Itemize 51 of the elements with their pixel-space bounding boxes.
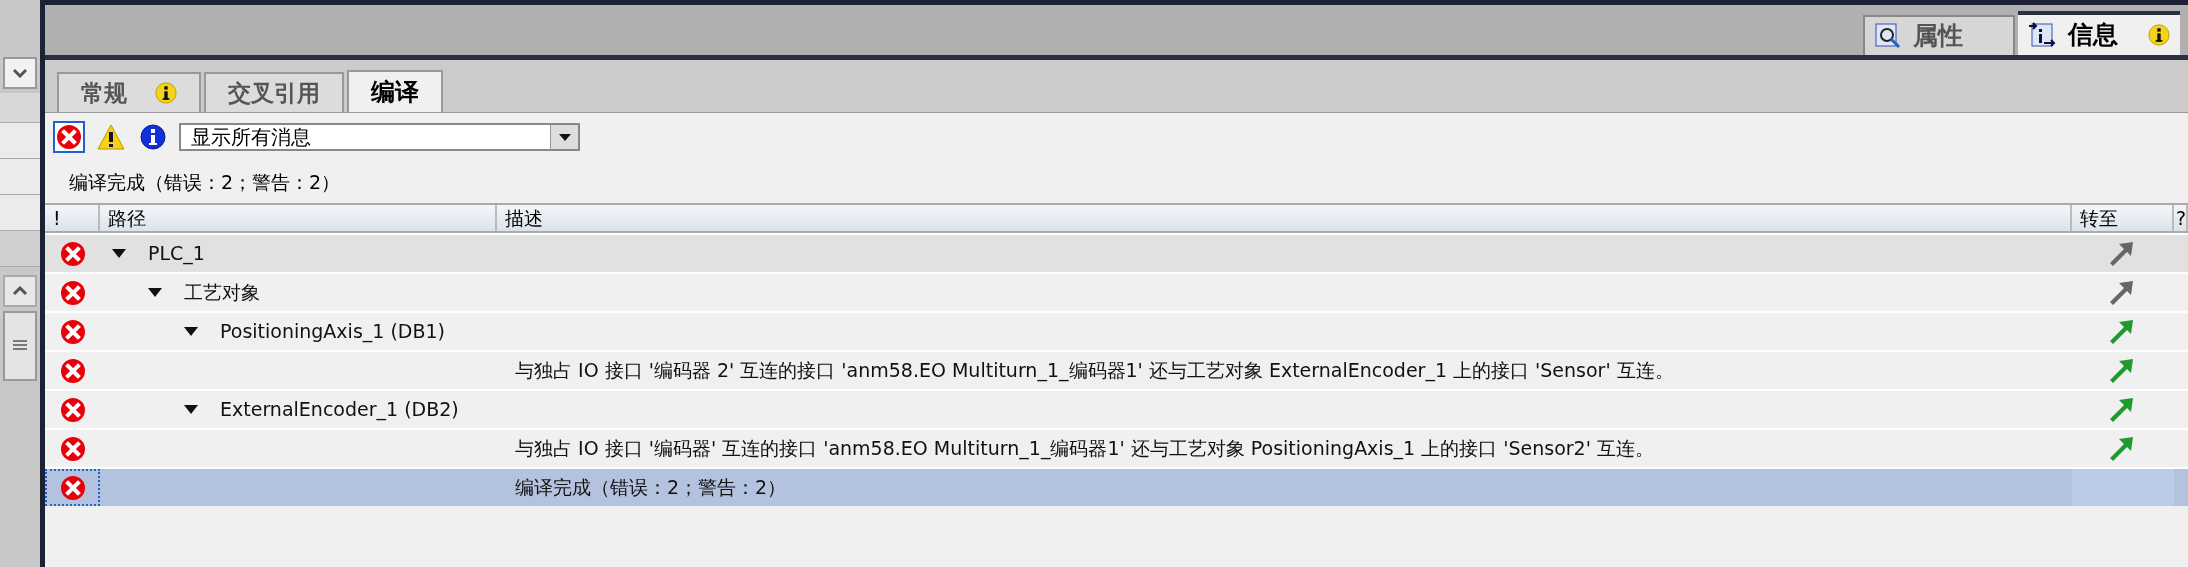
- info-icon: [140, 124, 166, 150]
- info-badge-icon: [2148, 24, 2170, 46]
- chevron-down-icon: [12, 68, 28, 78]
- message-row[interactable]: 编译完成（错误：2；警告：2）: [45, 467, 2188, 506]
- description-text: 编译完成（错误：2；警告：2）: [515, 475, 787, 501]
- info-arrows-icon: [2028, 22, 2056, 48]
- path-text: 工艺对象: [184, 280, 260, 306]
- path-text: PLC_1: [148, 241, 205, 267]
- goto-arrow-icon[interactable]: [2110, 240, 2134, 267]
- side-tab-label: 信息: [2068, 19, 2118, 52]
- chevron-up-icon: [12, 286, 28, 296]
- filter-button[interactable]: [137, 121, 169, 153]
- grip-icon: [13, 339, 27, 353]
- description-text: 与独占 IO 接口 '编码器' 互连的接口 'anm58.EO Multiturn_1_编码器1' 还与工艺对象 PositioningAxis_1 上的接口 'Sensor2' 互连。: [515, 436, 1654, 462]
- tab[interactable]: 常规: [57, 72, 201, 112]
- side-tab-label: 属性: [1913, 20, 1963, 53]
- column-header[interactable]: !: [45, 205, 100, 231]
- magnifier-page-icon: [1875, 23, 1901, 49]
- collapse-button[interactable]: [3, 57, 37, 89]
- warning-icon: [97, 124, 125, 150]
- column-header[interactable]: 转至: [2072, 205, 2174, 231]
- expanded-arrow-icon[interactable]: [112, 248, 126, 259]
- column-header[interactable]: 描述: [497, 205, 2072, 231]
- goto-arrow-icon[interactable]: [2110, 357, 2134, 384]
- scroll-thumb[interactable]: [3, 311, 37, 381]
- tab-label: 编译: [371, 77, 419, 108]
- error-icon: [56, 124, 82, 150]
- tab-label: 常规: [81, 78, 127, 108]
- summary-text: 编译完成（错误：2；警告：2）: [69, 169, 341, 195]
- tab-label: 交叉引用: [228, 78, 320, 108]
- tab[interactable]: 交叉引用: [204, 72, 344, 112]
- expanded-arrow-icon[interactable]: [184, 404, 198, 415]
- message-row[interactable]: PLC_1: [45, 233, 2188, 272]
- expanded-arrow-icon[interactable]: [184, 326, 198, 337]
- goto-arrow-icon[interactable]: [2110, 396, 2134, 423]
- side-tab[interactable]: 属性: [1863, 15, 2015, 55]
- path-text: PositioningAxis_1 (DB1): [220, 319, 445, 345]
- goto-arrow-icon[interactable]: [2110, 318, 2134, 345]
- column-header[interactable]: ?: [2174, 205, 2188, 231]
- goto-arrow-icon[interactable]: [2110, 279, 2134, 306]
- expanded-arrow-icon[interactable]: [148, 287, 162, 298]
- path-text: ExternalEncoder_1 (DB2): [220, 397, 459, 423]
- description-text: 与独占 IO 接口 '编码器 2' 互连的接口 'anm58.EO Multiturn_1_编码器1' 还与工艺对象 ExternalEncoder_1 上的接口 'Sensor' 互连。: [515, 358, 1674, 384]
- dropdown-value: 显示所有消息: [190, 127, 312, 147]
- side-tab[interactable]: 信息: [2018, 11, 2180, 55]
- goto-arrow-icon[interactable]: [2110, 435, 2134, 462]
- tab[interactable]: 编译: [347, 70, 443, 112]
- column-header[interactable]: 路径: [100, 205, 497, 231]
- filter-dropdown[interactable]: 显示所有消息: [179, 123, 580, 151]
- info-badge-icon: [155, 82, 177, 104]
- scroll-up-button[interactable]: [3, 275, 37, 307]
